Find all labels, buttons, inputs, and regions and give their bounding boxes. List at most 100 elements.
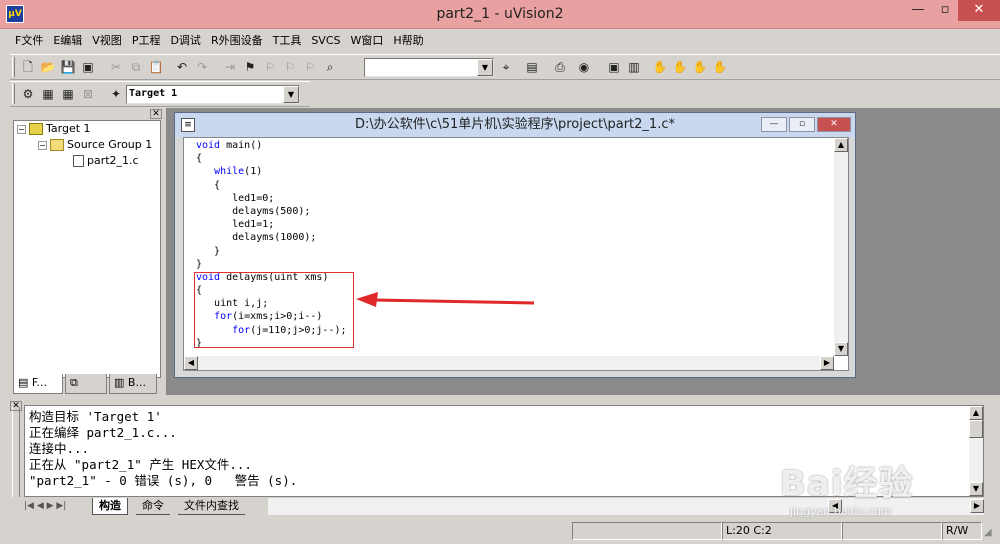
tab-books[interactable]: ▥ B... bbox=[109, 374, 157, 394]
menu-peripherals[interactable]: R外围设备 bbox=[206, 31, 268, 51]
code-line[interactable]: { bbox=[196, 179, 826, 192]
code-line[interactable]: void main() bbox=[196, 139, 826, 152]
tab-files[interactable]: ▤ F... bbox=[13, 374, 63, 394]
regs-tab-icon: ⧉ bbox=[70, 376, 78, 389]
output-line: 构造目标 'Target 1' bbox=[29, 409, 162, 424]
output-line: 正在从 "part2_1" 产生 HEX文件... bbox=[29, 457, 252, 472]
copy-icon[interactable]: ⧉ bbox=[126, 57, 146, 77]
toolbar-grip[interactable] bbox=[12, 57, 15, 77]
menu-help[interactable]: H帮助 bbox=[388, 31, 428, 51]
code-line[interactable]: } bbox=[196, 258, 826, 271]
find-combo[interactable]: ▼ bbox=[364, 58, 494, 77]
output-line: 连接中... bbox=[29, 441, 90, 456]
editor-minimize-button[interactable]: — bbox=[761, 117, 787, 132]
hand-config-icon[interactable]: ✋ bbox=[690, 57, 710, 77]
code-line[interactable]: delayms(500); bbox=[196, 205, 826, 218]
translate-icon[interactable]: ⚙ bbox=[18, 84, 38, 104]
menu-svcs[interactable]: SVCS bbox=[306, 31, 345, 51]
target-options-icon[interactable]: ✦ bbox=[106, 84, 126, 104]
code-line[interactable]: } bbox=[196, 245, 826, 258]
toolbar-grip[interactable] bbox=[12, 84, 15, 104]
tree-label-target: Target 1 bbox=[46, 122, 91, 135]
editor-title-bar[interactable]: ≡ D:\办公软件\c\51单片机\实验程序\project\part2_1.c… bbox=[175, 113, 855, 137]
bookmark-toggle-icon[interactable]: ⚑ bbox=[240, 57, 260, 77]
target-folder-icon bbox=[29, 123, 43, 135]
chevron-down-icon[interactable]: ▼ bbox=[283, 86, 299, 103]
tree-label-file: part2_1.c bbox=[87, 154, 139, 167]
maximize-button[interactable]: ▫ bbox=[932, 0, 958, 21]
target-select[interactable]: Target 1 ▼ bbox=[126, 85, 300, 104]
editor-horizontal-scrollbar[interactable]: ◀ ▶ bbox=[184, 356, 834, 370]
files-tab-icon: ▤ bbox=[18, 376, 29, 389]
tab-regs[interactable]: ⧉ bbox=[65, 374, 107, 394]
tree-node-file[interactable]: part2_1.c bbox=[14, 153, 160, 169]
save-all-icon[interactable]: ▣ bbox=[78, 57, 98, 77]
debug-session-icon[interactable]: ◉ bbox=[574, 57, 594, 77]
tree-node-group[interactable]: − Source Group 1 bbox=[14, 137, 160, 153]
tab-nav-arrows[interactable]: |◀ ◀ ▶ ▶| bbox=[24, 498, 94, 515]
redo-icon[interactable]: ↷ bbox=[192, 57, 212, 77]
code-line[interactable]: delayms(1000); bbox=[196, 231, 826, 244]
output-line: 正在编绎 part2_1.c... bbox=[29, 425, 177, 440]
open-folder-icon[interactable]: 📂 bbox=[38, 57, 58, 77]
bookmark-prev-icon[interactable]: ⚐ bbox=[280, 57, 300, 77]
scroll-up-icon[interactable]: ▲ bbox=[834, 138, 848, 152]
hand-stop-icon[interactable]: ✋ bbox=[670, 57, 690, 77]
output-window-icon[interactable]: ▥ bbox=[624, 57, 644, 77]
menu-file[interactable]: F文件 bbox=[10, 31, 48, 51]
indent-icon[interactable]: ⇥ bbox=[220, 57, 240, 77]
menu-edit[interactable]: E编辑 bbox=[48, 31, 87, 51]
workspace-window-icon[interactable]: ▣ bbox=[604, 57, 624, 77]
chevron-down-icon[interactable]: ▼ bbox=[477, 59, 493, 76]
stop-build-icon[interactable]: ⊠ bbox=[78, 84, 98, 104]
annotation-arrow bbox=[356, 292, 535, 307]
save-icon[interactable]: 💾 bbox=[58, 57, 78, 77]
editor-close-button[interactable]: ✕ bbox=[817, 117, 851, 132]
tree-node-target[interactable]: − Target 1 bbox=[14, 121, 160, 137]
menu-bar: F文件 E编辑 V视图 P工程 D调试 R外围设备 T工具 SVCS W窗口 H帮助 bbox=[10, 31, 1000, 51]
scroll-up-icon[interactable]: ▲ bbox=[969, 406, 983, 420]
code-line[interactable]: led1=0; bbox=[196, 192, 826, 205]
new-file-icon[interactable]: 🗋 bbox=[18, 57, 38, 77]
collapse-icon[interactable]: − bbox=[17, 124, 26, 134]
output-close-icon[interactable]: ✕ bbox=[10, 401, 22, 411]
scroll-thumb[interactable] bbox=[969, 420, 983, 438]
code-line[interactable]: led1=1; bbox=[196, 218, 826, 231]
editor-maximize-button[interactable]: ▫ bbox=[789, 117, 815, 132]
binoculars-icon[interactable]: ⌖ bbox=[496, 57, 516, 77]
tab-command[interactable]: 命令 bbox=[136, 498, 170, 515]
menu-window[interactable]: W窗口 bbox=[346, 31, 389, 51]
rebuild-icon[interactable]: ▦ bbox=[58, 84, 78, 104]
editor-vertical-scrollbar[interactable]: ▲ ▼ bbox=[834, 138, 848, 356]
tab-find-in-files[interactable]: 文件内查找 bbox=[178, 498, 245, 515]
menu-debug[interactable]: D调试 bbox=[165, 31, 205, 51]
paste-icon[interactable]: 📋 bbox=[146, 57, 166, 77]
tree-label-group: Source Group 1 bbox=[67, 138, 153, 151]
hand-settings-icon[interactable]: ✋ bbox=[710, 57, 730, 77]
browse-icon[interactable]: ▤ bbox=[522, 57, 542, 77]
bookmark-clear-icon[interactable]: ⚐ bbox=[300, 57, 320, 77]
resize-grip-icon[interactable]: ◢ bbox=[984, 527, 998, 541]
collapse-icon[interactable]: − bbox=[38, 140, 47, 150]
find-in-files-icon[interactable]: ⌕ bbox=[320, 57, 340, 77]
hand-icon[interactable]: ✋ bbox=[650, 57, 670, 77]
menu-project[interactable]: P工程 bbox=[127, 31, 166, 51]
undo-icon[interactable]: ↶ bbox=[172, 57, 192, 77]
minimize-button[interactable]: — bbox=[904, 0, 932, 21]
print-icon[interactable]: ⎙ bbox=[550, 57, 570, 77]
cut-icon[interactable]: ✂ bbox=[106, 57, 126, 77]
scroll-left-icon[interactable]: ◀ bbox=[184, 356, 198, 370]
panel-grip[interactable] bbox=[12, 407, 20, 497]
tab-build[interactable]: 构造 bbox=[92, 498, 128, 515]
scroll-right-icon[interactable]: ▶ bbox=[820, 356, 834, 370]
close-button[interactable]: ✕ bbox=[958, 0, 1000, 21]
panel-close-icon[interactable]: ✕ bbox=[150, 109, 162, 119]
menu-view[interactable]: V视图 bbox=[87, 31, 127, 51]
bookmark-next-icon[interactable]: ⚐ bbox=[260, 57, 280, 77]
code-line[interactable]: { bbox=[196, 152, 826, 165]
code-line[interactable]: while(1) bbox=[196, 165, 826, 178]
code-editor[interactable]: void main(){ while(1) { led1=0; delayms(… bbox=[183, 137, 849, 371]
scroll-down-icon[interactable]: ▼ bbox=[834, 342, 848, 356]
menu-tools[interactable]: T工具 bbox=[268, 31, 307, 51]
build-icon[interactable]: ▦ bbox=[38, 84, 58, 104]
